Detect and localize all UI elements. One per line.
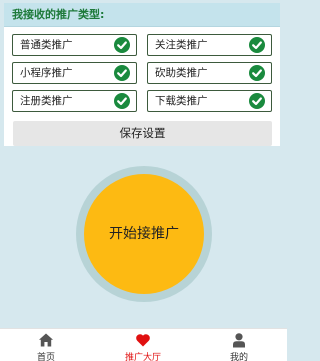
tab-label: 我的 (229, 353, 248, 361)
check-circle-icon (249, 37, 265, 53)
option-label: 下载类推广 (155, 95, 208, 107)
check-circle-icon (114, 93, 130, 109)
check-circle-icon (114, 65, 130, 81)
tab-home[interactable]: 首页 (16, 329, 76, 361)
tab-label: 推广大厅 (124, 353, 161, 361)
panel-title: 我接收的推广类型: (4, 3, 280, 27)
bottom-tab-bar: 首页 推广大厅 我的 (0, 328, 287, 361)
option-download-promotion[interactable]: 下载类推广 (147, 90, 272, 112)
start-promotion-button[interactable]: 开始接推广 (84, 174, 204, 294)
user-icon (231, 332, 247, 348)
option-follow-promotion[interactable]: 关注类推广 (147, 34, 272, 56)
home-icon (38, 332, 54, 348)
heart-icon (135, 332, 151, 348)
save-settings-button[interactable]: 保存设置 (13, 121, 272, 146)
option-label: 小程序推广 (20, 67, 73, 79)
option-bargain-promotion[interactable]: 砍助类推广 (147, 62, 272, 84)
option-label: 普通类推广 (20, 39, 73, 51)
check-circle-icon (249, 93, 265, 109)
option-miniprogram-promotion[interactable]: 小程序推广 (12, 62, 137, 84)
tab-mine[interactable]: 我的 (209, 329, 269, 361)
check-circle-icon (114, 37, 130, 53)
tab-label: 首页 (36, 353, 55, 361)
app-screen: 我接收的推广类型: 普通类推广 关注类推广 小程序推广 砍助类推广 注册类推广 … (0, 0, 287, 361)
option-register-promotion[interactable]: 注册类推广 (12, 90, 137, 112)
check-circle-icon (249, 65, 265, 81)
option-label: 关注类推广 (155, 39, 208, 51)
option-label: 注册类推广 (20, 95, 73, 107)
option-label: 砍助类推广 (155, 67, 208, 79)
tab-promotion-hall[interactable]: 推广大厅 (113, 329, 173, 361)
option-normal-promotion[interactable]: 普通类推广 (12, 34, 137, 56)
